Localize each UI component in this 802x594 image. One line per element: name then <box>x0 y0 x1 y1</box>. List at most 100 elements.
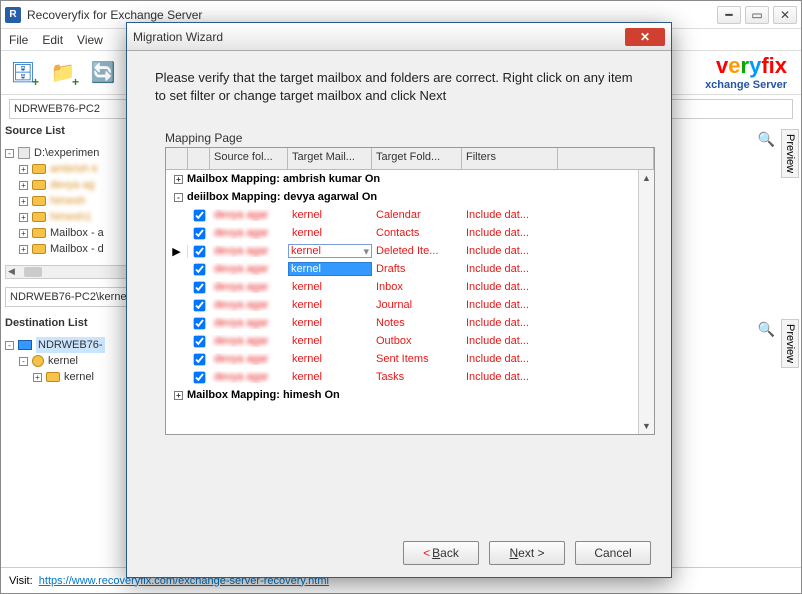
grid-data-row[interactable]: devya agar kernel Inbox Include dat... <box>166 278 654 296</box>
dialog-close-button[interactable]: ✕ <box>625 28 665 46</box>
target-mailbox-cell[interactable]: kernel <box>288 227 372 239</box>
grid-data-row[interactable]: devya agar kernel Contacts Include dat..… <box>166 224 654 242</box>
tree-expand-icon[interactable]: + <box>19 165 28 174</box>
grid-data-row[interactable]: devya agar kernel Sent Items Include dat… <box>166 350 654 368</box>
preview-tab[interactable]: Preview <box>781 129 799 178</box>
target-mailbox-cell[interactable]: kernel <box>288 317 372 329</box>
dest-child[interactable]: kernel <box>48 353 78 369</box>
source-folder-cell[interactable]: devya agar <box>210 353 288 365</box>
group-toggle-icon[interactable]: + <box>174 391 183 400</box>
tree-expand-icon[interactable]: + <box>19 197 28 206</box>
target-folder-cell[interactable]: Calendar <box>372 209 462 221</box>
target-folder-cell[interactable]: Deleted Ite... <box>372 245 462 257</box>
row-checkbox[interactable] <box>188 227 210 240</box>
source-folder-cell[interactable]: devya agar <box>210 209 288 221</box>
source-folder-cell[interactable]: devya agar <box>210 263 288 275</box>
target-mailbox-cell[interactable]: kernel <box>288 299 372 311</box>
group-toggle-icon[interactable]: - <box>174 193 183 202</box>
target-mailbox-cell[interactable]: kernel <box>288 335 372 347</box>
target-folder-cell[interactable]: Drafts <box>372 263 462 275</box>
target-folder-cell[interactable]: Inbox <box>372 281 462 293</box>
filters-cell[interactable]: Include dat... <box>462 353 558 365</box>
close-button[interactable]: ✕ <box>773 6 797 24</box>
target-mailbox-cell[interactable]: kernel <box>288 371 372 383</box>
grid-data-row[interactable]: devya agar kernel Journal Include dat... <box>166 296 654 314</box>
menu-view[interactable]: View <box>77 33 103 47</box>
maximize-button[interactable]: ▭ <box>745 6 769 24</box>
target-mailbox-cell[interactable]: kernel <box>288 353 372 365</box>
source-folder-cell[interactable]: devya agar <box>210 371 288 383</box>
row-checkbox[interactable] <box>188 371 210 384</box>
filters-cell[interactable]: Include dat... <box>462 209 558 221</box>
tree-expand-icon[interactable]: + <box>19 229 28 238</box>
group-toggle-icon[interactable]: + <box>174 175 183 184</box>
search-icon[interactable]: 🔍 <box>758 321 775 338</box>
filters-cell[interactable]: Include dat... <box>462 299 558 311</box>
row-checkbox[interactable] <box>188 335 210 348</box>
row-checkbox[interactable] <box>188 209 210 222</box>
preview-tab-2[interactable]: Preview <box>781 319 799 368</box>
target-folder-cell[interactable]: Sent Items <box>372 353 462 365</box>
col-filters[interactable]: Filters <box>462 148 558 169</box>
col-target-mail[interactable]: Target Mail... <box>288 148 372 169</box>
search-input[interactable] <box>672 324 752 336</box>
row-checkbox[interactable] <box>188 299 210 312</box>
source-item[interactable]: himesh1 <box>50 209 92 225</box>
filters-cell[interactable]: Include dat... <box>462 281 558 293</box>
target-folder-cell[interactable]: Notes <box>372 317 462 329</box>
source-folder-cell[interactable]: devya agar <box>210 317 288 329</box>
col-source[interactable]: Source fol... <box>210 148 288 169</box>
filters-cell[interactable]: Include dat... <box>462 335 558 347</box>
chevron-down-icon[interactable]: ▾ <box>363 245 369 258</box>
row-checkbox[interactable] <box>188 353 210 366</box>
source-tree[interactable]: -D:\experimen +ambrish k +devya ag +hime… <box>5 145 137 257</box>
scroll-down-icon[interactable]: ▼ <box>639 418 654 434</box>
source-item[interactable]: himesh <box>50 193 85 209</box>
dest-root[interactable]: NDRWEB76- <box>36 337 105 353</box>
dest-grandchild[interactable]: kernel <box>64 369 94 385</box>
grid-data-row[interactable]: devya agar kernel Calendar Include dat..… <box>166 206 654 224</box>
source-folder-cell[interactable]: devya agar <box>210 281 288 293</box>
breadcrumb-2[interactable]: NDRWEB76-PC2\kerne <box>5 287 137 307</box>
filters-cell[interactable]: Include dat... <box>462 263 558 275</box>
row-checkbox[interactable] <box>188 245 210 258</box>
next-button[interactable]: Next > <box>489 541 565 565</box>
toolbar-add-database-icon[interactable]: 🗄+ <box>9 59 37 87</box>
tree-expand-icon[interactable]: + <box>19 213 28 222</box>
target-folder-cell[interactable]: Contacts <box>372 227 462 239</box>
grid-data-row[interactable]: devya agar kernel Tasks Include dat... <box>166 368 654 386</box>
search-icon[interactable]: 🔍 <box>758 131 775 148</box>
row-selector[interactable]: ▶ <box>166 245 188 258</box>
row-checkbox[interactable] <box>188 317 210 330</box>
minimize-button[interactable]: ━ <box>717 6 741 24</box>
horizontal-scrollbar[interactable] <box>5 265 137 279</box>
grid-data-row[interactable]: ▶ devya agar kernel▾ Deleted Ite... Incl… <box>166 242 654 260</box>
grid-data-row[interactable]: devya agar kernel Outbox Include dat... <box>166 332 654 350</box>
target-folder-cell[interactable]: Tasks <box>372 371 462 383</box>
tree-expand-icon[interactable]: + <box>33 373 42 382</box>
row-checkbox[interactable] <box>188 263 210 276</box>
toolbar-add-folder-icon[interactable]: 📁+ <box>49 59 77 87</box>
source-item[interactable]: ambrish k <box>50 161 98 177</box>
source-folder-cell[interactable]: devya agar <box>210 299 288 311</box>
grid-group-row[interactable]: +Mailbox Mapping: ambrish kumar On <box>166 170 654 188</box>
grid-data-row[interactable]: devya agar kernel Notes Include dat... <box>166 314 654 332</box>
source-item[interactable]: Mailbox - d <box>50 241 104 257</box>
source-item[interactable]: Mailbox - a <box>50 225 104 241</box>
dialog-title-bar[interactable]: Migration Wizard ✕ <box>127 23 671 51</box>
source-item[interactable]: devya ag <box>50 177 95 193</box>
tree-expand-icon[interactable]: + <box>19 181 28 190</box>
menu-file[interactable]: File <box>9 33 28 47</box>
target-mailbox-dropdown[interactable]: kernel▾ <box>288 244 372 258</box>
grid-group-row[interactable]: -deiilbox Mapping: devya agarwal On <box>166 188 654 206</box>
mapping-grid[interactable]: Source fol... Target Mail... Target Fold… <box>165 147 655 435</box>
tree-collapse-icon[interactable]: - <box>5 341 14 350</box>
back-button[interactable]: <Back <box>403 541 479 565</box>
target-mailbox-cell[interactable]: kernel <box>288 281 372 293</box>
destination-tree[interactable]: -NDRWEB76- -kernel +kernel <box>5 337 137 385</box>
search-input[interactable] <box>672 134 752 146</box>
search-box-2[interactable]: 🔍 <box>666 319 781 340</box>
target-folder-cell[interactable]: Journal <box>372 299 462 311</box>
tree-expand-icon[interactable]: + <box>19 245 28 254</box>
toolbar-refresh-icon[interactable]: 🔄 <box>89 59 117 87</box>
